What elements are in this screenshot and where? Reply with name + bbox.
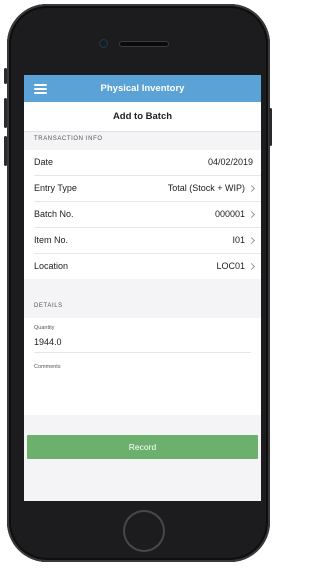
date-row[interactable]: Date 04/02/2019 bbox=[34, 150, 261, 176]
entry-type-row[interactable]: Entry Type Total (Stock + WIP) bbox=[34, 176, 261, 202]
location-value: LOC01 bbox=[216, 261, 245, 271]
item-no-row[interactable]: Item No. I01 bbox=[34, 228, 261, 254]
comments-field[interactable] bbox=[34, 374, 251, 408]
quantity-field[interactable]: 1944.0 bbox=[34, 337, 251, 353]
item-no-label: Item No. bbox=[34, 235, 69, 245]
phone-frame: Physical Inventory Add to Batch TRANSACT… bbox=[4, 4, 272, 562]
location-row[interactable]: Location LOC01 bbox=[34, 254, 261, 279]
date-label: Date bbox=[34, 157, 54, 167]
app-screen: Physical Inventory Add to Batch TRANSACT… bbox=[24, 75, 261, 501]
power-button bbox=[269, 108, 272, 146]
silent-switch bbox=[4, 68, 7, 84]
chevron-right-icon bbox=[247, 210, 256, 219]
batch-no-row[interactable]: Batch No. 000001 bbox=[34, 202, 261, 228]
batch-no-label: Batch No. bbox=[34, 209, 74, 219]
navigation-bar: Physical Inventory bbox=[24, 75, 261, 102]
form-title: Add to Batch bbox=[24, 102, 261, 132]
entry-type-value: Total (Stock + WIP) bbox=[167, 183, 245, 193]
details-heading: DETAILS bbox=[34, 303, 63, 309]
date-value: 04/02/2019 bbox=[207, 157, 253, 167]
quantity-label: Quantity bbox=[34, 325, 55, 331]
batch-no-value: 000001 bbox=[214, 209, 245, 219]
volume-up-button bbox=[4, 98, 7, 128]
front-camera bbox=[100, 40, 107, 47]
transaction-info-list: Date 04/02/2019 Entry Type Total (Stock … bbox=[24, 150, 261, 279]
chevron-right-icon bbox=[247, 184, 256, 193]
details-section: Quantity 1944.0 Comments bbox=[24, 318, 261, 415]
item-no-value: I01 bbox=[232, 235, 245, 245]
transaction-info-heading: TRANSACTION INFO bbox=[34, 136, 103, 142]
home-button[interactable] bbox=[125, 512, 163, 550]
chevron-right-icon bbox=[247, 262, 256, 271]
record-button[interactable]: Record bbox=[27, 435, 258, 459]
volume-down-button bbox=[4, 136, 7, 166]
location-label: Location bbox=[34, 261, 69, 271]
earpiece-speaker bbox=[120, 42, 168, 46]
entry-type-label: Entry Type bbox=[34, 183, 77, 193]
comments-label: Comments bbox=[34, 364, 61, 370]
chevron-right-icon bbox=[247, 236, 256, 245]
page-title: Physical Inventory bbox=[100, 83, 185, 94]
